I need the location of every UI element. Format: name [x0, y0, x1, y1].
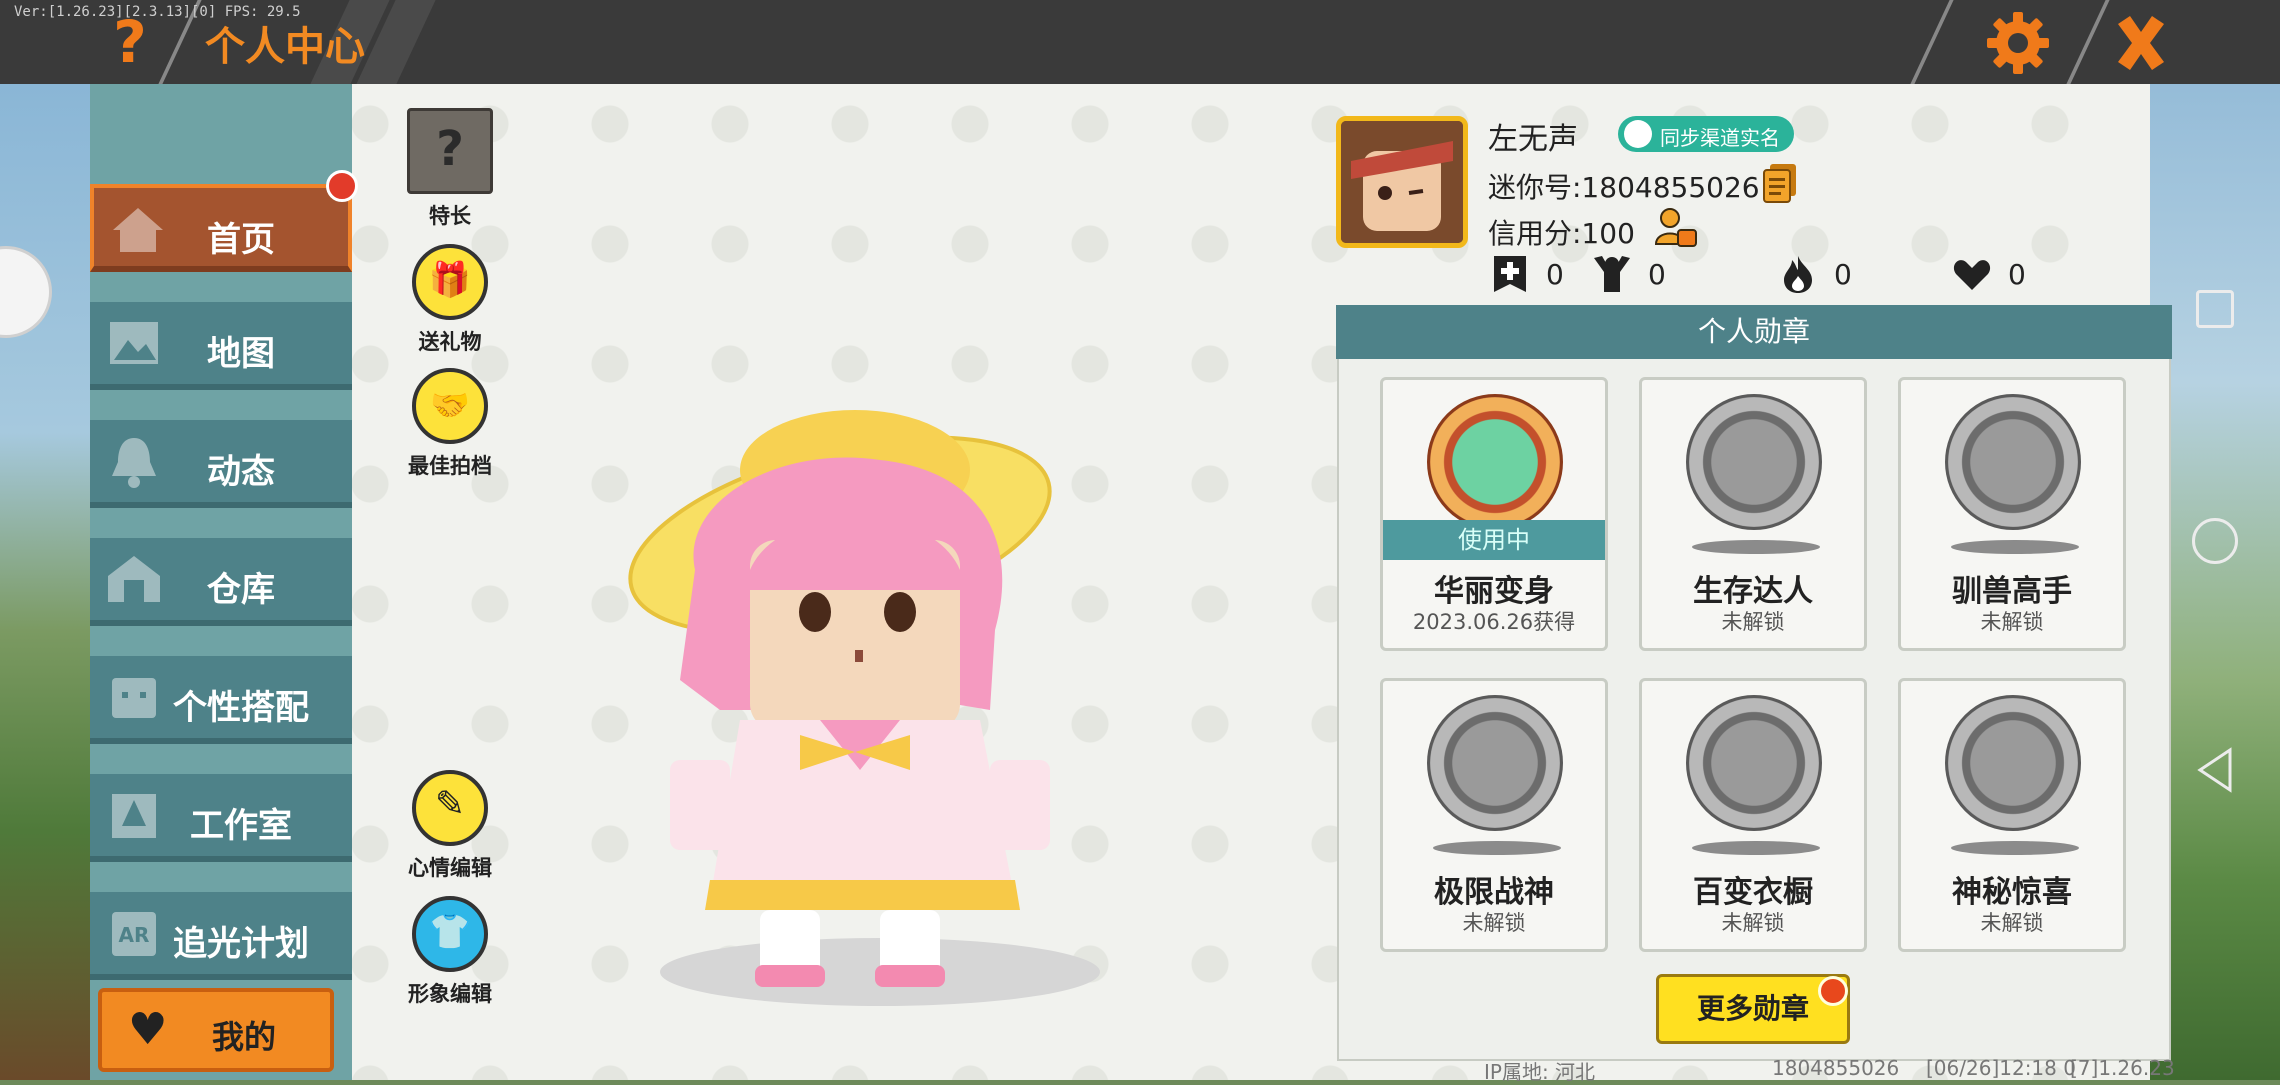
skill-label: 特长 [429, 204, 471, 228]
medal-status: 未解锁 [1980, 610, 2044, 634]
avatar[interactable] [1336, 116, 1468, 248]
medal-card[interactable]: 百变衣橱 未解锁 [1639, 678, 1867, 952]
mood-label: 心情编辑 [408, 856, 492, 880]
wardrobe-medal-icon [1686, 695, 1822, 831]
mine-label: 我的 [212, 1018, 277, 1056]
hearts-icon [1953, 260, 1991, 290]
skill-button[interactable]: ? 特长 [395, 108, 505, 230]
sidebar-item-feed[interactable]: 动态 [90, 420, 352, 508]
recent-apps-icon[interactable] [2196, 290, 2234, 328]
user-icon [1624, 120, 1652, 148]
medal-shadow [1692, 540, 1820, 554]
credit-user-icon[interactable] [1652, 204, 1698, 250]
cheer-icon [1594, 256, 1630, 292]
heart-icon: ♥ [128, 1004, 168, 1055]
in-use-badge: 使用中 [1383, 520, 1605, 560]
handshake-icon: 🤝 [412, 368, 488, 444]
gift-icon: 🎁 [412, 244, 488, 320]
transform-medal-icon [1427, 394, 1563, 530]
medal-status: 未解锁 [1462, 911, 1526, 935]
mini-id: 迷你号:1804855026 [1488, 171, 1760, 204]
stat-value: 0 [1648, 258, 1666, 291]
medal-status: 未解锁 [1721, 911, 1785, 935]
medal-card[interactable]: 使用中 华丽变身 2023.06.26获得 [1380, 377, 1608, 651]
sidebar-item-studio[interactable]: 工作室 [90, 774, 352, 862]
avatar-face-icon [1341, 121, 1463, 243]
notification-dot [326, 170, 358, 202]
best-partner-button[interactable]: 🤝 最佳拍档 [395, 368, 505, 480]
ip-location: IP属地: 河北 [1484, 1060, 1596, 1084]
appearance-label: 形象编辑 [408, 982, 492, 1006]
sidebar-item-map[interactable]: 地图 [90, 302, 352, 390]
gift-box-medal-icon [1945, 695, 2081, 831]
footer-time: [06/26]12:18 0 [1926, 1056, 2076, 1080]
medal-status: 未解锁 [1721, 610, 1785, 634]
sidebar-item-label: 动态 [207, 452, 275, 492]
sidebar-item-warehouse[interactable]: 仓库 [90, 538, 352, 626]
medal-status: 未解锁 [1980, 911, 2044, 935]
question-box-icon: ? [407, 108, 493, 194]
bookmark-plus-icon [1494, 256, 1526, 292]
campfire-medal-icon [1686, 394, 1822, 530]
send-gift-button[interactable]: 🎁 送礼物 [395, 244, 505, 356]
sync-real-name-button[interactable]: 同步渠道实名 [1618, 116, 1794, 152]
home-circle-icon[interactable] [2192, 518, 2238, 564]
stat-value: 0 [2008, 258, 2026, 291]
copy-icon[interactable] [1762, 162, 1800, 204]
back-triangle-icon[interactable] [2194, 746, 2238, 794]
sidebar-item-label: 工作室 [190, 806, 292, 846]
close-icon[interactable] [2108, 10, 2174, 76]
footer-uid: 1804855026 [1772, 1056, 1900, 1080]
stat-value: 0 [1546, 258, 1564, 291]
user-name: 左无声 [1488, 122, 1578, 157]
medal-shadow [1951, 841, 2079, 855]
medal-shadow [1951, 540, 2079, 554]
medal-status: 2023.06.26获得 [1412, 610, 1576, 634]
mine-button[interactable]: ♥ 我的 [98, 988, 334, 1072]
medal-name: 驯兽高手 [1952, 574, 2072, 609]
question-icon[interactable]: ? [106, 10, 154, 74]
medal-name: 百变衣橱 [1693, 875, 1813, 910]
medal-name: 神秘惊喜 [1952, 875, 2072, 910]
sidebar-item-spotlight[interactable]: AR 追光计划 [90, 892, 352, 980]
medal-card[interactable]: 驯兽高手 未解锁 [1898, 377, 2126, 651]
boss-medal-icon [1427, 695, 1563, 831]
shirt-icon: 👕 [412, 896, 488, 972]
credit-score: 信用分:100 [1488, 217, 1635, 250]
medal-shadow [1692, 841, 1820, 855]
sync-label: 同步渠道实名 [1660, 126, 1780, 150]
medal-card[interactable]: 生存达人 未解锁 [1639, 377, 1867, 651]
page-title: 个人中心 [205, 24, 365, 70]
medal-name: 极限战神 [1434, 875, 1554, 910]
medal-name: 华丽变身 [1434, 574, 1554, 609]
game-background-left [0, 84, 90, 1080]
medal-shadow [1433, 841, 1561, 855]
sidebar-item-label: 个性搭配 [173, 688, 309, 728]
medal-name: 生存达人 [1693, 574, 1813, 609]
appearance-edit-button[interactable]: 👕 形象编辑 [395, 896, 505, 1008]
sidebar-item-home[interactable]: 首页 [90, 184, 352, 272]
gift-label: 送礼物 [418, 330, 482, 354]
sidebar-item-outfit[interactable]: 个性搭配 [90, 656, 352, 744]
edit-icon: ✎ [412, 770, 488, 846]
beast-tamer-medal-icon [1945, 394, 2081, 530]
mood-edit-button[interactable]: ✎ 心情编辑 [395, 770, 505, 882]
sidebar-item-label: 首页 [207, 220, 275, 260]
flame-icon [1784, 256, 1812, 293]
gear-icon[interactable] [1985, 10, 2051, 76]
medal-card[interactable]: 极限战神 未解锁 [1380, 678, 1608, 952]
sidebar-item-label: 追光计划 [173, 924, 309, 964]
notification-dot [1818, 976, 1848, 1006]
medal-card[interactable]: 神秘惊喜 未解锁 [1898, 678, 2126, 952]
partner-label: 最佳拍档 [408, 454, 492, 478]
sidebar-item-label: 地图 [207, 334, 275, 374]
stat-value: 0 [1834, 258, 1852, 291]
medal-panel-title: 个人勋章 [1336, 305, 2172, 359]
sidebar-item-label: 仓库 [207, 570, 275, 610]
player-character[interactable] [600, 380, 1160, 1020]
footer-version: [7]1.26.23 [2070, 1056, 2175, 1080]
